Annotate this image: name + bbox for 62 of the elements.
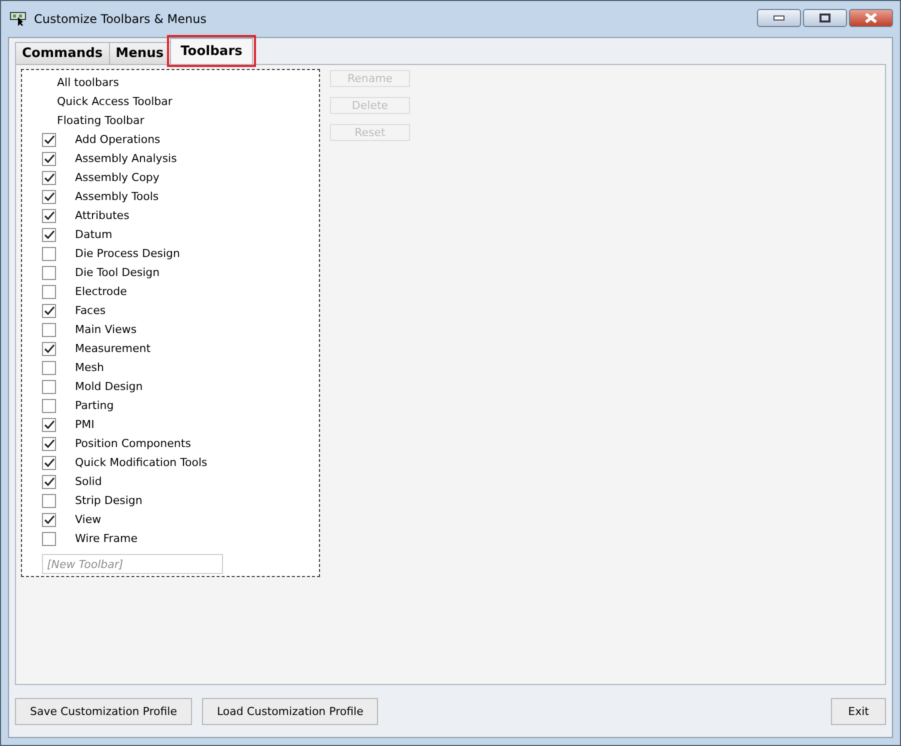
checkbox[interactable] [42,190,56,204]
exit-button[interactable]: Exit [831,698,886,724]
maximize-icon [819,13,831,23]
list-item[interactable]: PMI [75,418,94,431]
checkbox[interactable] [42,342,56,356]
checkbox[interactable] [42,208,56,222]
checkbox[interactable] [42,228,56,242]
checkbox[interactable] [42,322,56,336]
input-field[interactable]: [New Toolbar] [42,554,223,574]
list-item[interactable]: View [75,513,102,526]
list-item[interactable]: Parting [75,399,114,412]
close-icon [864,13,878,23]
checkbox[interactable] [42,132,56,146]
checkbox[interactable] [42,304,56,318]
list-item[interactable]: Assembly Copy [75,171,160,184]
profile-button[interactable]: Load Customization Profile [202,698,378,724]
checkbox[interactable] [42,152,56,166]
list-item[interactable]: Quick Modification Tools [75,456,208,469]
checkbox[interactable] [42,456,56,470]
minimize-icon [773,15,785,21]
list-item[interactable]: Strip Design [75,494,142,507]
list-item[interactable]: Assembly Tools [75,190,159,203]
checkbox[interactable] [42,360,56,374]
tab[interactable]: Menus [108,42,171,64]
list-item[interactable]: Die Process Design [75,247,180,260]
profile-button[interactable]: Save Customization Profile [15,698,192,724]
checkbox[interactable] [42,380,56,394]
list-item[interactable]: Wire Frame [75,532,138,545]
list-item[interactable]: Faces [75,304,106,317]
list-item[interactable]: Mesh [75,361,104,374]
list-item[interactable]: Quick Access Toolbar [57,95,172,108]
checkbox[interactable] [42,398,56,412]
list-item[interactable]: Mold Design [75,380,143,393]
checkbox[interactable] [42,436,56,450]
minimize-button[interactable] [757,9,801,27]
list-item[interactable]: Main Views [75,323,137,336]
checkbox[interactable] [42,512,56,526]
list-item[interactable]: Die Tool Design [75,266,160,279]
tab[interactable]: Commands [15,42,110,64]
window-title: Customize Toolbars & Menus [34,12,206,26]
list-item[interactable]: Floating Toolbar [57,114,144,127]
list-item[interactable]: Attributes [75,209,130,222]
list-item[interactable]: Datum [75,228,112,241]
checkbox[interactable] [42,532,56,546]
checkbox[interactable] [42,246,56,260]
checkbox[interactable] [42,266,56,280]
checkbox[interactable] [42,284,56,298]
tab[interactable]: Toolbars [170,38,254,64]
list-item[interactable]: Solid [75,475,102,488]
checkbox[interactable] [42,170,56,184]
list-item[interactable]: Assembly Analysis [75,152,177,165]
maximize-button[interactable] [803,9,847,27]
list-item[interactable]: Position Components [75,437,191,450]
list-item[interactable]: Add Operations [75,133,160,146]
toolbar-cursor-icon [10,12,28,26]
checkbox[interactable] [42,418,56,432]
list-item[interactable]: All toolbars [57,76,119,89]
list-item[interactable]: Electrode [75,285,127,298]
close-button[interactable] [849,9,893,27]
list-item[interactable]: Measurement [75,342,151,355]
checkbox[interactable] [42,494,56,508]
checkbox[interactable] [42,474,56,488]
